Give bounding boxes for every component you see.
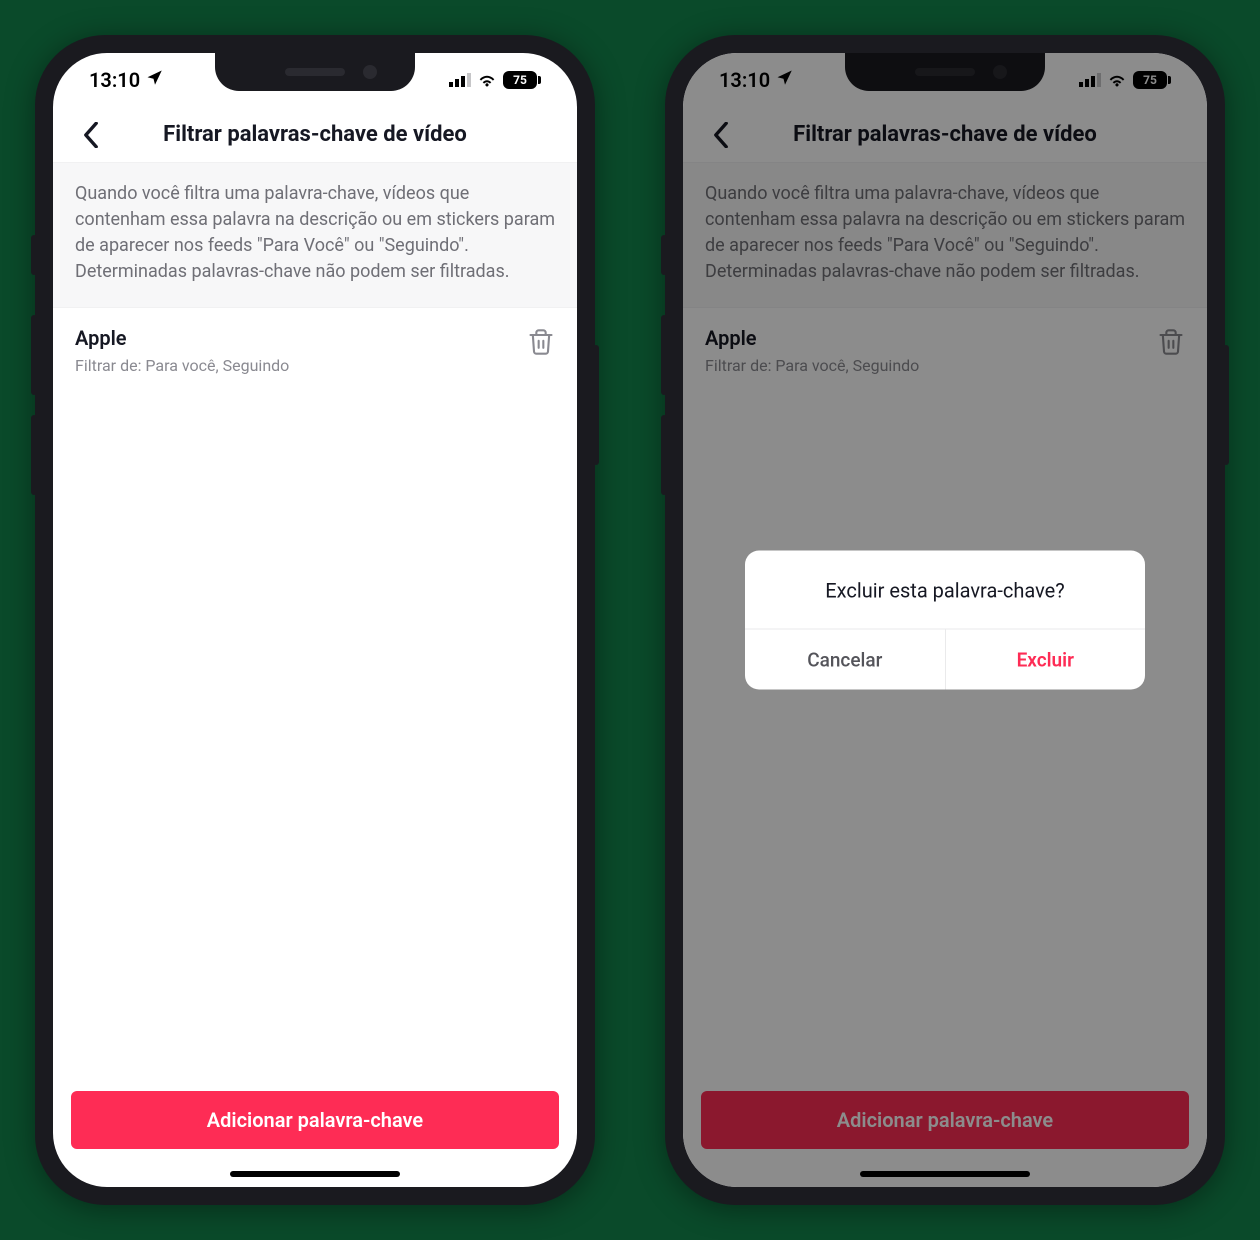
screen: 13:10 75 Filt [53,53,577,1187]
side-button [661,315,667,395]
confirm-delete-button[interactable]: Excluir [946,630,1146,690]
wifi-icon [477,73,497,87]
notch [215,53,415,91]
side-button [31,235,37,275]
cancel-button[interactable]: Cancelar [745,630,946,690]
battery-icon: 75 [503,71,541,89]
delete-confirm-dialog: Excluir esta palavra-chave? Cancelar Exc… [745,551,1145,690]
page-title: Filtrar palavras-chave de vídeo [53,122,577,147]
side-button [661,235,667,275]
speaker [285,68,345,76]
side-button [593,345,599,465]
side-button [31,315,37,395]
navbar: Filtrar palavras-chave de vídeo [53,107,577,163]
side-button [661,415,667,495]
location-icon [146,68,164,92]
camera-dot [363,65,377,79]
side-button [31,415,37,495]
keyword-subtext: Filtrar de: Para você, Seguindo [75,356,511,375]
add-keyword-button[interactable]: Adicionar palavra-chave [71,1091,559,1149]
side-button [1223,345,1229,465]
screen: 13:10 75 Filt [683,53,1207,1187]
keyword-name: Apple [75,326,511,350]
phone-left: 13:10 75 Filt [35,35,595,1205]
dialog-title: Excluir esta palavra-chave? [745,551,1145,629]
phone-right: 13:10 75 Filt [665,35,1225,1205]
status-time: 13:10 [89,68,140,92]
keyword-item: Apple Filtrar de: Para você, Seguindo [53,308,577,393]
home-indicator[interactable] [230,1171,400,1177]
info-text: Quando você filtra uma palavra-chave, ví… [53,163,577,308]
trash-icon[interactable] [527,328,555,356]
cellular-icon [449,73,471,87]
back-button[interactable] [71,115,111,155]
